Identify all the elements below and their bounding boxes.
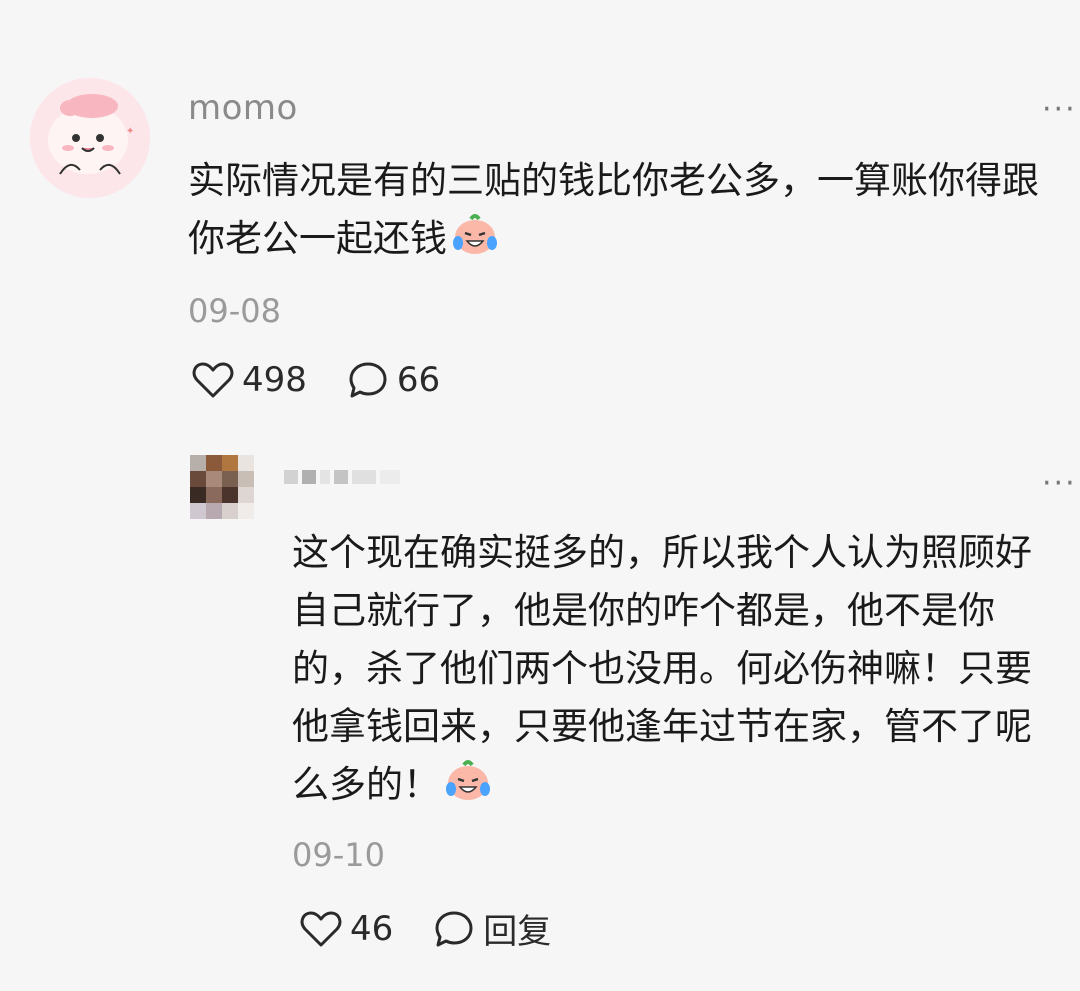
comment-date: 09-08 xyxy=(188,292,281,330)
reply-text: 这个现在确实挺多的，所以我个人认为照顾好自己就行了，他是你的咋个都是，他不是你的… xyxy=(292,524,1062,820)
reply-count: 66 xyxy=(396,360,441,400)
heart-icon xyxy=(192,361,234,399)
comment-text: 实际情况是有的三贴的钱比你老公多，一算账你得跟你老公一起还钱 xyxy=(188,152,1068,274)
like-count: 498 xyxy=(242,360,307,400)
avatar[interactable]: ✦ xyxy=(30,78,150,198)
more-horizontal-icon[interactable]: ··· xyxy=(1042,95,1077,125)
heart-icon xyxy=(300,910,342,948)
reply-avatar[interactable] xyxy=(190,455,254,519)
comment-username[interactable]: momo xyxy=(188,88,298,128)
reply-actions: 46 回复 xyxy=(300,904,591,953)
reply-count-button[interactable]: 66 xyxy=(347,360,440,400)
reply-date: 09-10 xyxy=(292,836,385,874)
comment-text-content: 实际情况是有的三贴的钱比你老公多，一算账你得跟你老公一起还钱 xyxy=(188,159,1039,260)
reply-username-blurred[interactable] xyxy=(284,470,400,484)
like-button[interactable]: 498 xyxy=(192,360,307,400)
crying-laughing-emoji xyxy=(451,211,499,274)
comment-actions: 498 66 xyxy=(192,360,480,400)
more-horizontal-icon[interactable]: ··· xyxy=(1042,469,1077,499)
svg-text:✦: ✦ xyxy=(126,126,134,137)
reply-text-content: 这个现在确实挺多的，所以我个人认为照顾好自己就行了，他是你的咋个都是，他不是你的… xyxy=(292,531,1032,806)
reply-label: 回复 xyxy=(483,912,552,952)
speech-bubble-icon xyxy=(433,909,475,949)
crying-laughing-emoji xyxy=(444,757,492,820)
like-count: 46 xyxy=(350,908,394,949)
like-button[interactable]: 46 xyxy=(300,909,393,949)
speech-bubble-icon xyxy=(347,360,389,400)
reply-button[interactable]: 回复 xyxy=(433,904,551,953)
